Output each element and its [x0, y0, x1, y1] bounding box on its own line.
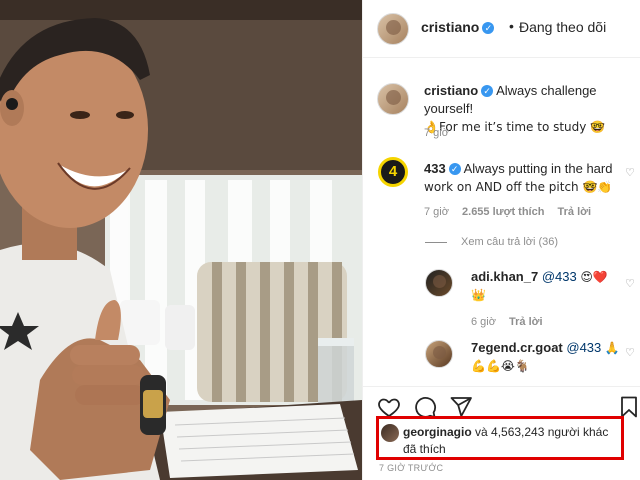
view-replies-label: Xem câu trả lời (36) [461, 236, 559, 248]
like-reply-heart-icon[interactable]: ♡ [625, 277, 635, 290]
comment-433-username[interactable]: 433 [424, 161, 446, 176]
author-avatar[interactable] [377, 13, 409, 45]
comment-433-line-2: work on AND off the pitch 🤓👏 [424, 180, 613, 194]
reply-1-meta: 6 giờ Trả lời [471, 316, 543, 328]
reply-1-time[interactable]: 6 giờ [471, 316, 496, 328]
verified-icon: ✓ [481, 85, 494, 97]
comment-433-likes[interactable]: 2.655 lượt thích [462, 206, 544, 218]
view-replies-button[interactable]: Xem câu trả lời (36) [425, 236, 558, 248]
caption-text: cristiano ✓ Always challenge yourself! 👌F… [424, 82, 634, 136]
reply-2-username[interactable]: 7egend.cr.goat [471, 340, 563, 355]
reply-2-text: 7egend.cr.goat @433 🙏 💪💪😭🐐 [471, 339, 626, 375]
liker-username[interactable]: georginagio [403, 425, 472, 439]
verified-icon: ✓ [482, 22, 495, 34]
caption-avatar[interactable] [377, 83, 409, 115]
comment-433-reply-button[interactable]: Trả lời [558, 206, 592, 218]
post-timestamp[interactable]: 7 GIỜ TRƯỚC [379, 463, 443, 473]
comment-433-line-1: Always putting in the hard [463, 161, 613, 176]
reply-2-mention[interactable]: @433 [566, 340, 601, 355]
likes-line-2: đã thích [403, 442, 446, 456]
reply-1-username[interactable]: adi.khan_7 [471, 269, 538, 284]
comment-433-meta: 7 giờ 2.655 lượt thích Trả lời [424, 206, 591, 218]
reply-1-avatar[interactable] [425, 269, 453, 297]
caption-line-2: 👌For me it’s time to study 🤓 [424, 120, 606, 134]
follow-status-button[interactable]: Đang theo dõi [519, 19, 606, 35]
liker-avatar[interactable] [381, 424, 399, 442]
reply-2-avatar[interactable] [425, 340, 453, 368]
comments-list[interactable]: cristiano ✓ Always challenge yourself! 👌F… [363, 58, 640, 380]
reply-1-reply-button[interactable]: Trả lời [509, 316, 543, 328]
likes-count[interactable]: và 4,563,243 người khác [475, 425, 608, 439]
reply-1-text: adi.khan_7 @433 😍❤️ 👑 [471, 268, 621, 304]
verified-icon: ✓ [448, 163, 461, 175]
caption-time[interactable]: 7 giờ [424, 127, 449, 139]
header-separator: • [509, 18, 514, 34]
author-username[interactable]: cristiano ✓ [421, 19, 495, 35]
reply-2-line-2: 💪💪😭🐐 [471, 359, 530, 373]
reply-2-emojis: 🙏 [604, 341, 620, 355]
post-photo[interactable] [0, 0, 362, 480]
post-header: cristiano ✓ • Đang theo dõi [363, 0, 640, 58]
reply-1-emojis: 😍❤️ [580, 270, 608, 284]
comment-433-text: 433 ✓ Always putting in the hard work on … [424, 160, 624, 196]
photo-illustration [0, 0, 362, 480]
author-username-text[interactable]: cristiano [421, 19, 479, 35]
433-avatar[interactable]: 4 [378, 157, 408, 187]
like-reply-heart-icon[interactable]: ♡ [625, 346, 635, 359]
reply-1-mention[interactable]: @433 [542, 269, 577, 284]
view-replies-line [425, 241, 447, 243]
like-comment-heart-icon[interactable]: ♡ [625, 166, 635, 179]
reply-1-line-2: 👑 [471, 288, 486, 302]
likes-summary-highlight: georginagio và 4,563,243 người khác đã t… [376, 416, 624, 460]
caption-username[interactable]: cristiano [424, 83, 478, 98]
post-detail-panel: cristiano ✓ • Đang theo dõi cristiano ✓ Al… [362, 0, 640, 480]
comment-433-time[interactable]: 7 giờ [424, 206, 449, 218]
likes-line-1[interactable]: georginagio và 4,563,243 người khác [403, 425, 608, 439]
